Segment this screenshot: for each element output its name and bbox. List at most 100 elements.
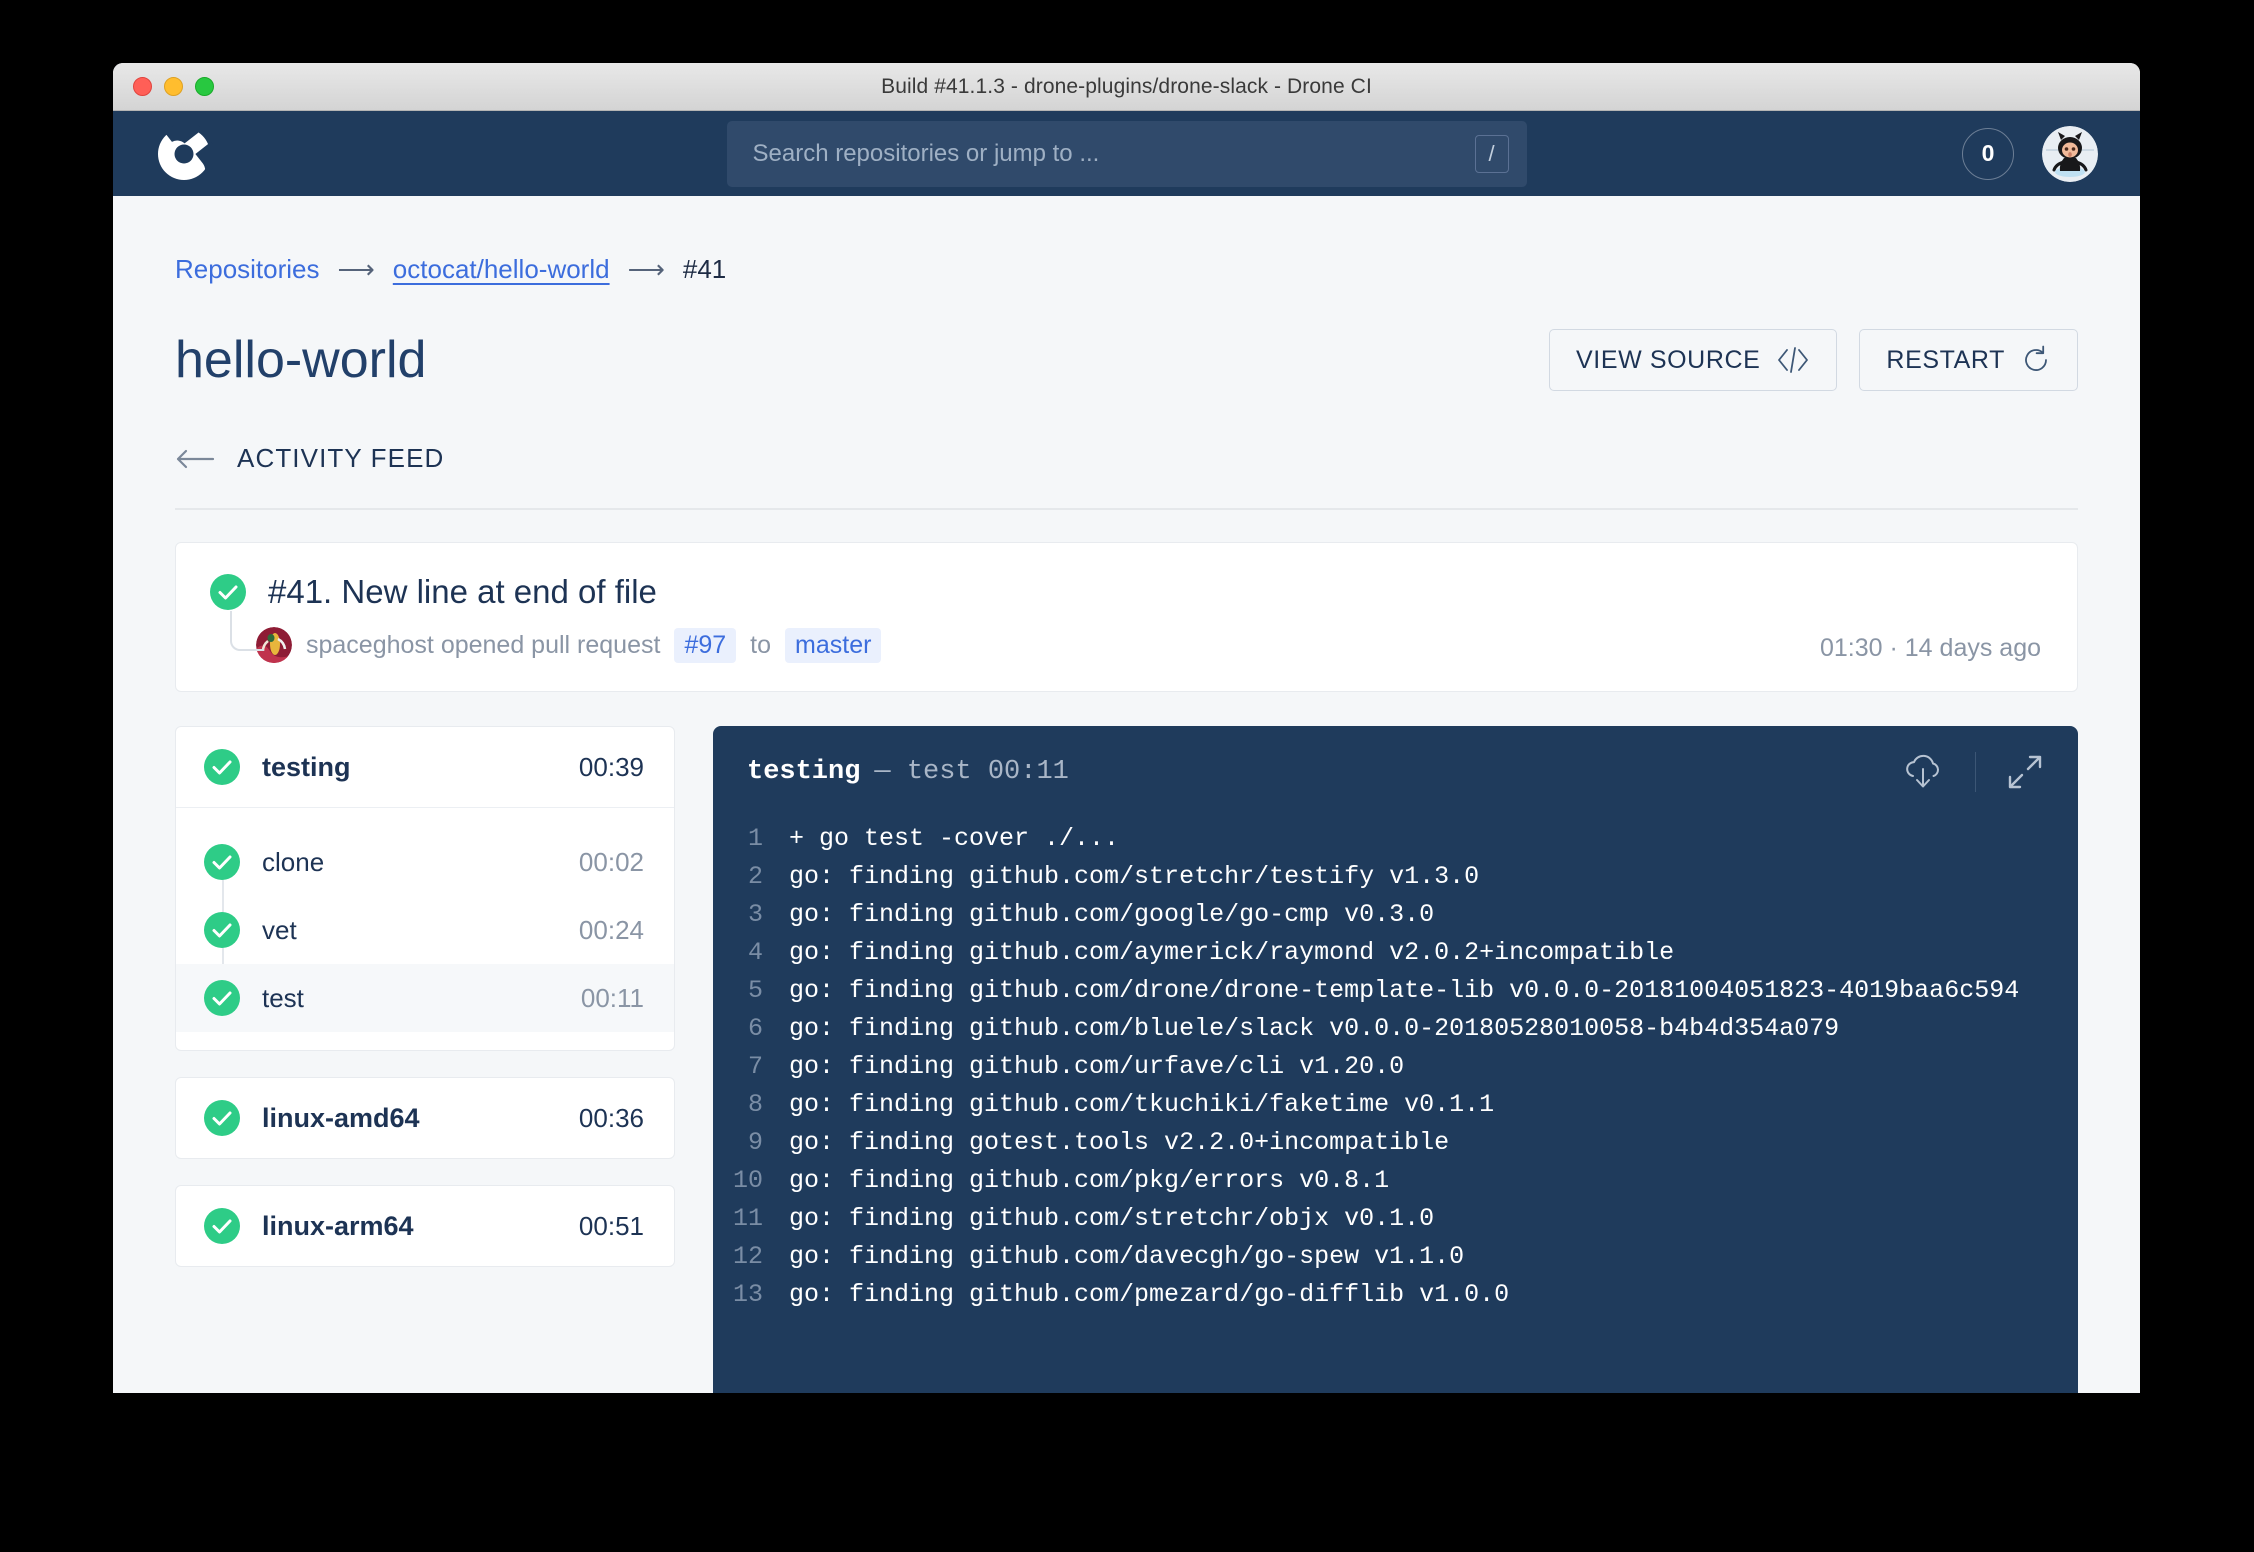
log-line: 2 go: finding github.com/stretchr/testify… [713, 858, 2078, 896]
log-line-number: 11 [732, 1204, 763, 1233]
step-item-vet[interactable]: vet 00:24 [176, 896, 674, 998]
build-summary-card[interactable]: #41. New line at end of file spaceghost … [175, 542, 2078, 692]
log-line-text: go: finding github.com/bluele/slack v0.0… [789, 1014, 1840, 1043]
breadcrumb-repo[interactable]: octocat/hello-world [393, 254, 610, 285]
log-line-number: 1 [747, 824, 763, 853]
log-line-text: + go test -cover ./... [789, 824, 1120, 853]
view-source-label: VIEW SOURCE [1576, 345, 1761, 374]
stage-list: testing 00:39 clone 00:02 vet 00:24 test… [175, 726, 675, 1393]
activity-feed-label: ACTIVITY FEED [237, 443, 445, 473]
step-name: test [262, 982, 304, 1013]
breadcrumb: Repositories ⟶ octocat/hello-world ⟶ #41 [175, 196, 2078, 285]
log-line-text: go: finding github.com/aymerick/raymond … [789, 938, 1675, 967]
log-line-number: 3 [747, 900, 763, 929]
log-line-number: 9 [747, 1128, 763, 1157]
step-item-test[interactable]: test 00:11 [176, 964, 674, 1032]
log-line-number: 8 [747, 1090, 763, 1119]
status-success-icon [204, 980, 240, 1016]
build-relative-time: 14 days ago [1904, 634, 2041, 662]
restart-label: RESTART [1886, 345, 2005, 374]
log-line: 13 go: finding github.com/pmezard/go-diff… [713, 1276, 2078, 1314]
to-label: to [750, 630, 772, 659]
log-line-text: go: finding github.com/stretchr/testify … [789, 862, 1480, 891]
stage-header[interactable]: linux-arm64 00:51 [176, 1186, 674, 1266]
time-separator: · [1889, 634, 1898, 662]
window-titlebar: Build #41.1.3 - drone-plugins/drone-slac… [113, 63, 2140, 111]
stage-duration: 00:51 [578, 1210, 644, 1241]
breadcrumb-separator-icon: ⟶ [627, 254, 665, 284]
build-detail-layout: testing 00:39 clone 00:02 vet 00:24 test… [175, 726, 2078, 1393]
log-panel-header: testing — test 00:11 [713, 726, 2078, 814]
page-content: Repositories ⟶ octocat/hello-world ⟶ #41… [113, 196, 2140, 1393]
step-list: clone 00:02 vet 00:24 test 00:11 [176, 807, 674, 1050]
restart-button[interactable]: RESTART [1859, 329, 2078, 391]
log-line-number: 12 [732, 1242, 763, 1271]
stage-name: linux-amd64 [262, 1102, 420, 1133]
log-line-number: 6 [747, 1014, 763, 1043]
user-avatar[interactable] [2042, 125, 2098, 182]
log-line-number: 10 [732, 1166, 763, 1195]
build-summary-meta: spaceghost opened pull request #97 to ma… [230, 611, 2041, 663]
page-actions: VIEW SOURCE RESTART [1549, 329, 2078, 391]
log-line-text: go: finding github.com/tkuchiki/faketime… [789, 1090, 1495, 1119]
activity-feed-link[interactable]: ACTIVITY FEED [175, 443, 2078, 474]
arrow-left-icon [176, 449, 215, 468]
toolbar-divider [1975, 752, 1976, 792]
log-line-text: go: finding github.com/urfave/cli v1.20.… [789, 1052, 1405, 1081]
log-line: 3 go: finding github.com/google/go-cmp v0… [713, 896, 2078, 934]
log-line-text: go: finding github.com/drone/drone-templ… [789, 976, 2020, 1005]
stage-card-linux-arm64: linux-arm64 00:51 [175, 1185, 675, 1267]
stage-name: linux-arm64 [262, 1210, 414, 1241]
status-success-icon [210, 574, 246, 610]
log-line: 12 go: finding github.com/davecgh/go-spew… [713, 1238, 2078, 1276]
view-source-button[interactable]: VIEW SOURCE [1549, 329, 1838, 391]
stage-name: testing [262, 751, 351, 782]
log-line: 1 + go test -cover ./... [713, 820, 2078, 858]
breadcrumb-separator-icon: ⟶ [337, 254, 375, 284]
notification-count-badge[interactable]: 0 [1962, 127, 2014, 180]
log-line: 10 go: finding github.com/pkg/errors v0.8… [713, 1162, 2078, 1200]
log-line: 9 go: finding gotest.tools v2.2.0+incompa… [713, 1124, 2078, 1162]
log-line-number: 13 [732, 1280, 763, 1309]
log-line-text: go: finding github.com/pmezard/go-diffli… [789, 1280, 1510, 1309]
breadcrumb-repositories[interactable]: Repositories [175, 254, 320, 285]
log-dash: — [874, 757, 891, 787]
breadcrumb-build-number: #41 [682, 254, 727, 284]
cloud-download-icon[interactable] [1901, 752, 1945, 792]
pull-request-link[interactable]: #97 [674, 627, 737, 663]
step-duration: 00:24 [578, 914, 644, 945]
log-stage-name: testing [747, 757, 861, 787]
log-line-text: go: finding github.com/pkg/errors v0.8.1 [789, 1166, 1390, 1195]
search-input[interactable] [752, 139, 1475, 168]
log-line: 8 go: finding github.com/tkuchiki/faketim… [713, 1086, 2078, 1124]
search-bar[interactable]: / [726, 120, 1527, 187]
log-line: 5 go: finding github.com/drone/drone-temp… [713, 972, 2078, 1010]
nav-right-group: 0 [1962, 125, 2098, 182]
step-item-clone[interactable]: clone 00:02 [176, 828, 674, 930]
log-line-number: 7 [747, 1052, 763, 1081]
expand-icon[interactable] [2006, 753, 2044, 791]
drone-logo-icon[interactable] [155, 124, 213, 183]
tree-connector-icon [230, 611, 264, 651]
status-success-icon [204, 749, 240, 785]
stage-card-testing: testing 00:39 clone 00:02 vet 00:24 test… [175, 726, 675, 1051]
branch-link[interactable]: master [785, 627, 882, 663]
log-line-number: 4 [747, 938, 763, 967]
stage-header[interactable]: linux-amd64 00:36 [176, 1078, 674, 1158]
app-window: Build #41.1.3 - drone-plugins/drone-slac… [113, 63, 2140, 1393]
log-line: 11 go: finding github.com/stretchr/objx v… [713, 1200, 2078, 1238]
restart-icon [2025, 345, 2047, 371]
stage-header[interactable]: testing 00:39 [176, 727, 674, 807]
log-lines: 1 + go test -cover ./... 2 go: finding gith… [713, 814, 2078, 1314]
section-divider [175, 508, 2078, 510]
log-panel: testing — test 00:11 1 + go test -cover … [713, 726, 2078, 1393]
page-title: hello-world [175, 331, 427, 389]
build-author-action: spaceghost opened pull request [306, 630, 661, 659]
log-line-number: 2 [747, 862, 763, 891]
stage-duration: 00:39 [578, 751, 644, 782]
step-duration: 00:11 [580, 982, 644, 1013]
log-line-text: go: finding github.com/stretchr/objx v0.… [789, 1204, 1435, 1233]
log-line-text: go: finding gotest.tools v2.2.0+incompat… [789, 1128, 1450, 1157]
build-time: 01:30 [1819, 634, 1883, 662]
status-success-icon [204, 1100, 240, 1136]
